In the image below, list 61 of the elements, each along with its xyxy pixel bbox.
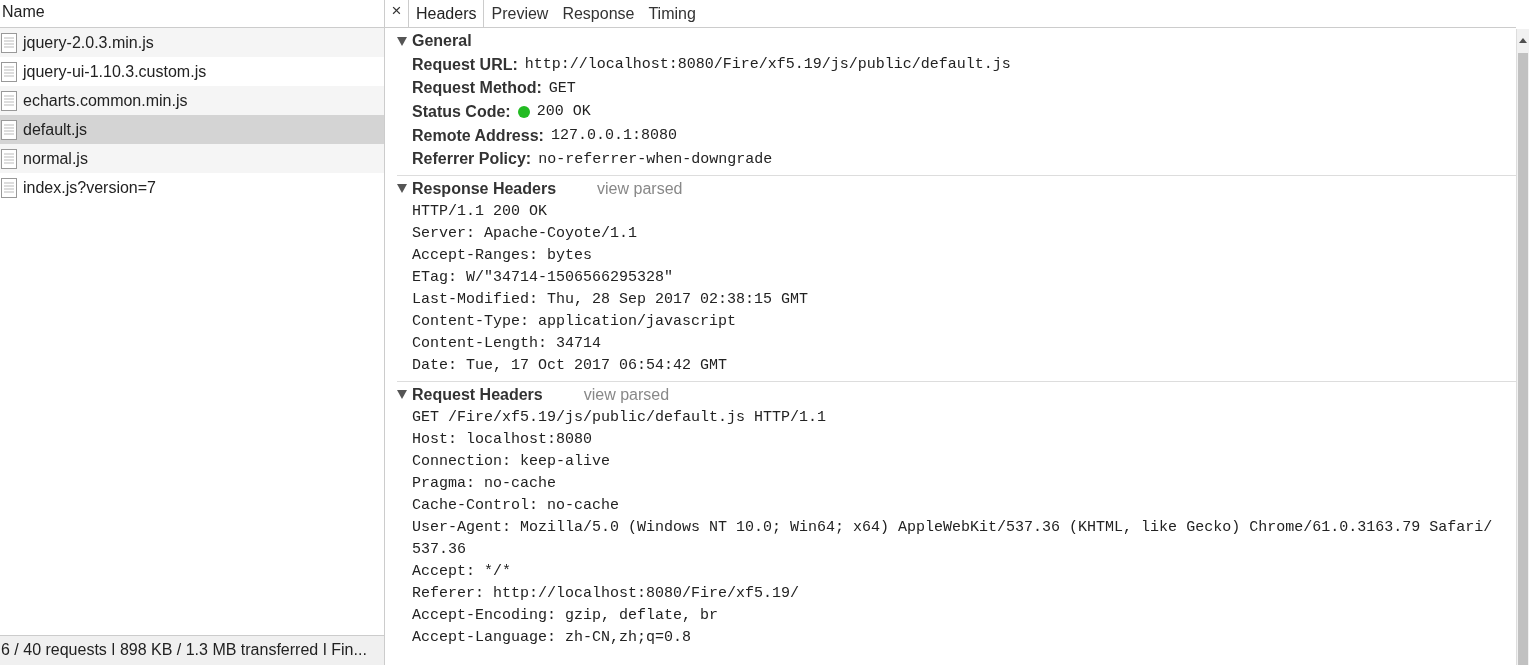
header-line: Server: Apache-Coyote/1.1: [412, 223, 639, 244]
header-value: 127.0.0.1:8080: [550, 127, 677, 145]
header-line: ETag: W/"34714-1506566295328": [412, 267, 675, 288]
header-value: 200 OK: [536, 103, 591, 121]
section-title[interactable]: Request Headers: [412, 385, 543, 404]
file-icon: [1, 90, 17, 111]
header-line: Pragma: no-cache: [412, 473, 558, 494]
header-line: Accept: */*: [412, 561, 513, 582]
request-row[interactable]: default.js: [0, 115, 384, 144]
header-name: Request URL:: [412, 55, 518, 74]
file-icon: [1, 177, 17, 198]
request-row[interactable]: jquery-ui-1.10.3.custom.js: [0, 57, 384, 86]
header-line: User-Agent: Mozilla/5.0 (Windows NT 10.0; Win64; x64) AppleWebKit/537.36 (KHTML, like Gecko) Chrome/61.0.3163.79 Safari/537.36: [412, 517, 1493, 560]
file-name: jquery-ui-1.10.3.custom.js: [23, 62, 207, 81]
header-name: Status Code:: [412, 103, 511, 121]
header-line: Host: localhost:8080: [412, 429, 594, 450]
file-icon: [1, 148, 17, 169]
disclosure-triangle-icon[interactable]: [397, 184, 407, 194]
header-name: Referrer Policy:: [412, 150, 532, 169]
file-icon: [1, 119, 17, 140]
view-parsed-link[interactable]: view parsed: [597, 179, 683, 198]
file-name: index.js?version=7: [23, 178, 156, 197]
header-value: http://localhost:8080/Fire/xf5.19/js/public/default.js: [524, 56, 1011, 74]
header-line: Accept-Language: zh-CN,zh;q=0.8: [412, 627, 693, 648]
status-bar: 6 / 40 requests ǀ 898 KB / 1.3 MB transferred ǀ Fin...: [0, 635, 384, 665]
request-row[interactable]: echarts.common.min.js: [0, 86, 384, 115]
header-value: GET: [548, 79, 576, 97]
header-name: Remote Address:: [412, 126, 544, 145]
header-line: Referer: http://localhost:8080/Fire/xf5.19/: [412, 583, 801, 604]
section-title[interactable]: General: [412, 32, 472, 50]
file-name: normal.js: [23, 149, 88, 168]
header-name: Request Method:: [412, 79, 542, 98]
header-line: Last-Modified: Thu, 28 Sep 2017 02:38:15 GMT: [412, 289, 810, 310]
tab[interactable]: Preview: [484, 0, 556, 27]
view-parsed-link[interactable]: view parsed: [583, 385, 670, 404]
file-name: jquery-2.0.3.min.js: [23, 33, 154, 52]
disclosure-triangle-icon[interactable]: [397, 36, 407, 46]
header-value: no-referrer-when-downgrade: [538, 150, 773, 168]
request-row[interactable]: normal.js: [0, 144, 384, 173]
header-line: Connection: keep-alive: [412, 451, 612, 472]
section-title[interactable]: Response Headers: [412, 179, 557, 198]
header-line: Content-Length: 34714: [412, 333, 603, 354]
header-line: Cache-Control: no-cache: [412, 495, 621, 516]
header-line: Accept-Ranges: bytes: [412, 245, 594, 266]
tab[interactable]: Timing: [641, 0, 703, 27]
scroll-up-icon[interactable]: [1519, 38, 1527, 43]
request-row[interactable]: jquery-2.0.3.min.js: [0, 28, 384, 57]
header-line: GET /Fire/xf5.19/js/public/default.js HTTP/1.1: [412, 407, 828, 428]
header-line: HTTP/1.1 200 OK: [412, 201, 549, 222]
header-line: Date: Tue, 17 Oct 2017 06:54:42 GMT: [412, 355, 729, 376]
header-line: Accept-Encoding: gzip, deflate, br: [412, 605, 720, 626]
scrollbar[interactable]: [1516, 29, 1529, 665]
request-row[interactable]: index.js?version=7: [0, 173, 384, 202]
disclosure-triangle-icon[interactable]: [397, 390, 407, 400]
file-name: default.js: [23, 120, 88, 139]
file-icon: [1, 32, 17, 53]
header-line: Content-Type: application/javascript: [412, 311, 738, 332]
tab[interactable]: Response: [555, 0, 642, 27]
file-icon: [1, 61, 17, 82]
file-name: echarts.common.min.js: [23, 91, 188, 110]
scrollbar-thumb[interactable]: [1518, 53, 1528, 665]
